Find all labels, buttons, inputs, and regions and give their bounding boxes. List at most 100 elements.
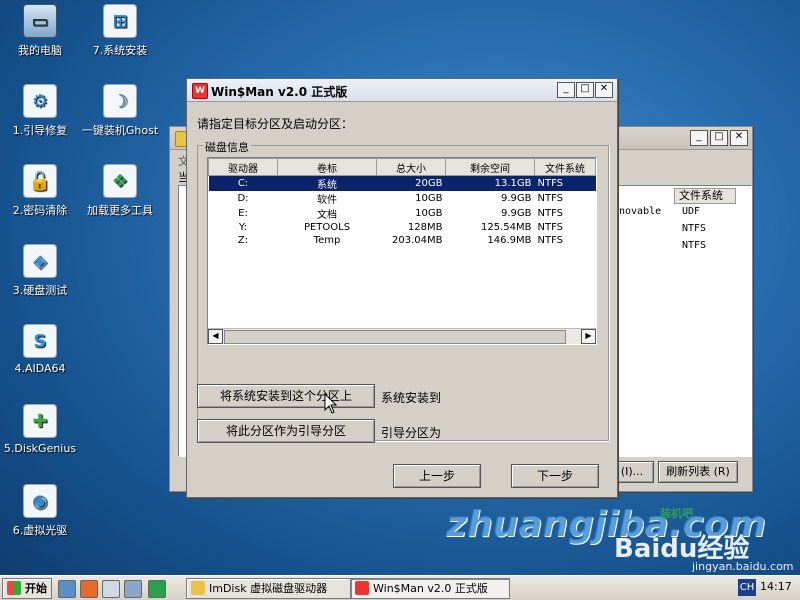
fs-cell: NTFS [537,193,564,204]
desktop-icon-password-clear[interactable]: 🔓 2.密码清除 [0,164,80,218]
scrollbar-thumb[interactable] [224,330,566,344]
free-cell: 125.54MB [481,222,532,233]
windows-logo-icon: ⊞ [103,4,137,38]
table-row[interactable]: E: 文档 10GB 9.9GB NTFS [209,206,596,221]
mouse-cursor-icon [324,393,338,414]
fs-cell: NTFS [534,175,596,191]
desktop-icon-my-computer[interactable]: ▭ 我的电脑 [0,4,80,58]
total-cell: 203.04MB [392,235,443,246]
desktop-icon-system-install[interactable]: ⊞ 7.系统安装 [80,4,160,58]
winsman-titlebar[interactable]: W Win$Man v2.0 正式版 _ □ ✕ [187,79,617,102]
desktop-icon-label: 5.DiskGenius [3,442,77,455]
free-cell: 9.9GB [500,208,532,219]
cube-icon: ◈ [23,244,57,278]
drive-cell: Z: [237,235,249,246]
desktop-icon-label: 1.引导修复 [12,124,68,137]
winsman-window[interactable]: W Win$Man v2.0 正式版 _ □ ✕ 请指定目标分区及启动分区： 磁… [186,78,618,498]
close-button[interactable]: ✕ [595,82,613,98]
column-header[interactable]: 文件系统 [534,158,596,176]
maximize-button[interactable]: □ [576,82,594,98]
task-label: Win$Man v2.0 正式版 [373,582,488,595]
label-cell: Temp [313,235,341,246]
label-cell: 系统 [277,175,377,191]
install-target-status: 系统安装到 [381,391,442,405]
desktop-icon-label: 2.密码清除 [12,204,68,217]
desktop-icon-load-tools[interactable]: ❖ 加载更多工具 [80,164,160,218]
prev-step-button[interactable]: 上一步 [393,464,481,488]
refresh-list-button[interactable]: 刷新列表 (R) [658,461,738,483]
gear-icon: ⚙ [23,84,57,118]
task-winsman[interactable]: Win$Man v2.0 正式版 [350,578,510,599]
fs-cell: NTFS [537,208,564,219]
network-quicklaunch-icon[interactable] [102,580,120,598]
desktop-icon-virtual-drive[interactable]: ◉ 6.虚拟光驱 [0,484,80,538]
minimize-button[interactable]: _ [690,130,708,146]
next-step-button[interactable]: 下一步 [511,464,599,488]
table-row[interactable]: Y: PETOOLS 128MB 125.54MB NTFS [209,221,596,234]
desktop-quicklaunch-icon[interactable] [58,580,76,598]
desktop-icon-aida64[interactable]: S 4.AIDA64 [0,324,80,375]
start-button[interactable]: 开始 [2,578,52,599]
desktop-icon-label: 7.系统安装 [92,44,148,57]
total-cell: 128MB [407,222,443,233]
free-cell: 146.9MB [487,235,532,246]
table-row[interactable]: C: 系统 20GB 13.1GB NTFS [208,175,596,191]
tool-quicklaunch-icon[interactable] [124,580,142,598]
desktop-icon-diskgenius[interactable]: ✚ 5.DiskGenius [0,404,80,455]
table-row[interactable]: Z: Temp 203.04MB 146.9MB NTFS [209,234,596,247]
desktop-icon-label: 加载更多工具 [87,204,153,217]
horizontal-scrollbar[interactable]: ◀ ▶ [208,328,596,344]
disc-icon: ◉ [23,484,57,518]
computer-icon: ▭ [23,4,57,38]
drive-cell: D: [237,193,249,204]
free-cell: 13.1GB [445,175,535,191]
column-header[interactable]: 卷标 [277,158,377,176]
desktop-icon-disk-test[interactable]: ◈ 3.硬盘测试 [0,244,80,298]
baidu-url-watermark: jingyan.baidu.com [692,560,794,573]
list-item-fs: NTFS [682,223,707,234]
maximize-button[interactable]: □ [710,130,728,146]
total-cell: 10GB [415,208,443,219]
ime-indicator[interactable]: CH [738,579,756,596]
free-cell: 9.9GB [500,193,532,204]
desktop-icon-label: 3.硬盘测试 [12,284,68,297]
total-cell: 10GB [415,193,443,204]
site-tag-watermark: 装机吧 [660,507,693,520]
tray-clock[interactable]: 14:17 [760,580,792,593]
install-to-partition-button[interactable]: 将系统安装到这个分区上 [197,384,375,408]
task-imdisk[interactable]: ImDisk 虚拟磁盘驱动器 [186,578,358,599]
task-label: ImDisk 虚拟磁盘驱动器 [209,582,328,595]
set-boot-partition-button[interactable]: 将此分区作为引导分区 [197,419,375,443]
scroll-right-icon[interactable]: ▶ [581,329,596,344]
desktop-icon-boot-repair[interactable]: ⚙ 1.引导修复 [0,84,80,138]
group-label: 磁盘信息 [203,139,251,155]
drive-cell: E: [238,208,248,219]
label-cell: 文档 [317,210,337,221]
desktop-icon-label: 6.虚拟光驱 [12,524,68,537]
arrow-quicklaunch-icon[interactable] [148,580,166,598]
unlock-icon: 🔓 [23,164,57,198]
target-prompt: 请指定目标分区及启动分区： [197,117,354,131]
table-row[interactable]: D: 软件 10GB 9.9GB NTFS [209,191,596,206]
diskgenius-icon: ✚ [23,404,57,438]
ghost-icon: ☽ [103,84,137,118]
winsman-task-icon [355,581,369,595]
column-header[interactable]: 总大小 [376,158,446,176]
close-button[interactable]: ✕ [730,130,748,146]
window-title: Win$Man v2.0 正式版 [211,85,348,99]
start-label: 开始 [25,582,47,595]
partition-table[interactable]: 驱动器 卷标 总大小 剩余空间 文件系统 C: 系统 20GB 13.1GB N… [207,157,597,345]
list-item-fs: UDF [682,206,701,217]
minimize-button[interactable]: _ [557,82,575,98]
aida-icon: S [23,324,57,358]
list-item-type: novable [619,206,662,217]
dropbox-icon: ❖ [103,164,137,198]
column-header[interactable]: 剩余空间 [445,158,535,176]
scroll-left-icon[interactable]: ◀ [208,329,223,344]
column-header-fs[interactable]: 文件系统 [674,188,736,204]
winsman-app-icon: W [192,83,208,99]
column-header[interactable]: 驱动器 [208,158,278,176]
app-quicklaunch-icon[interactable] [80,580,98,598]
desktop-icon-ghost[interactable]: ☽ 一键装机Ghost [80,84,160,138]
drive-cell: Y: [238,222,248,233]
